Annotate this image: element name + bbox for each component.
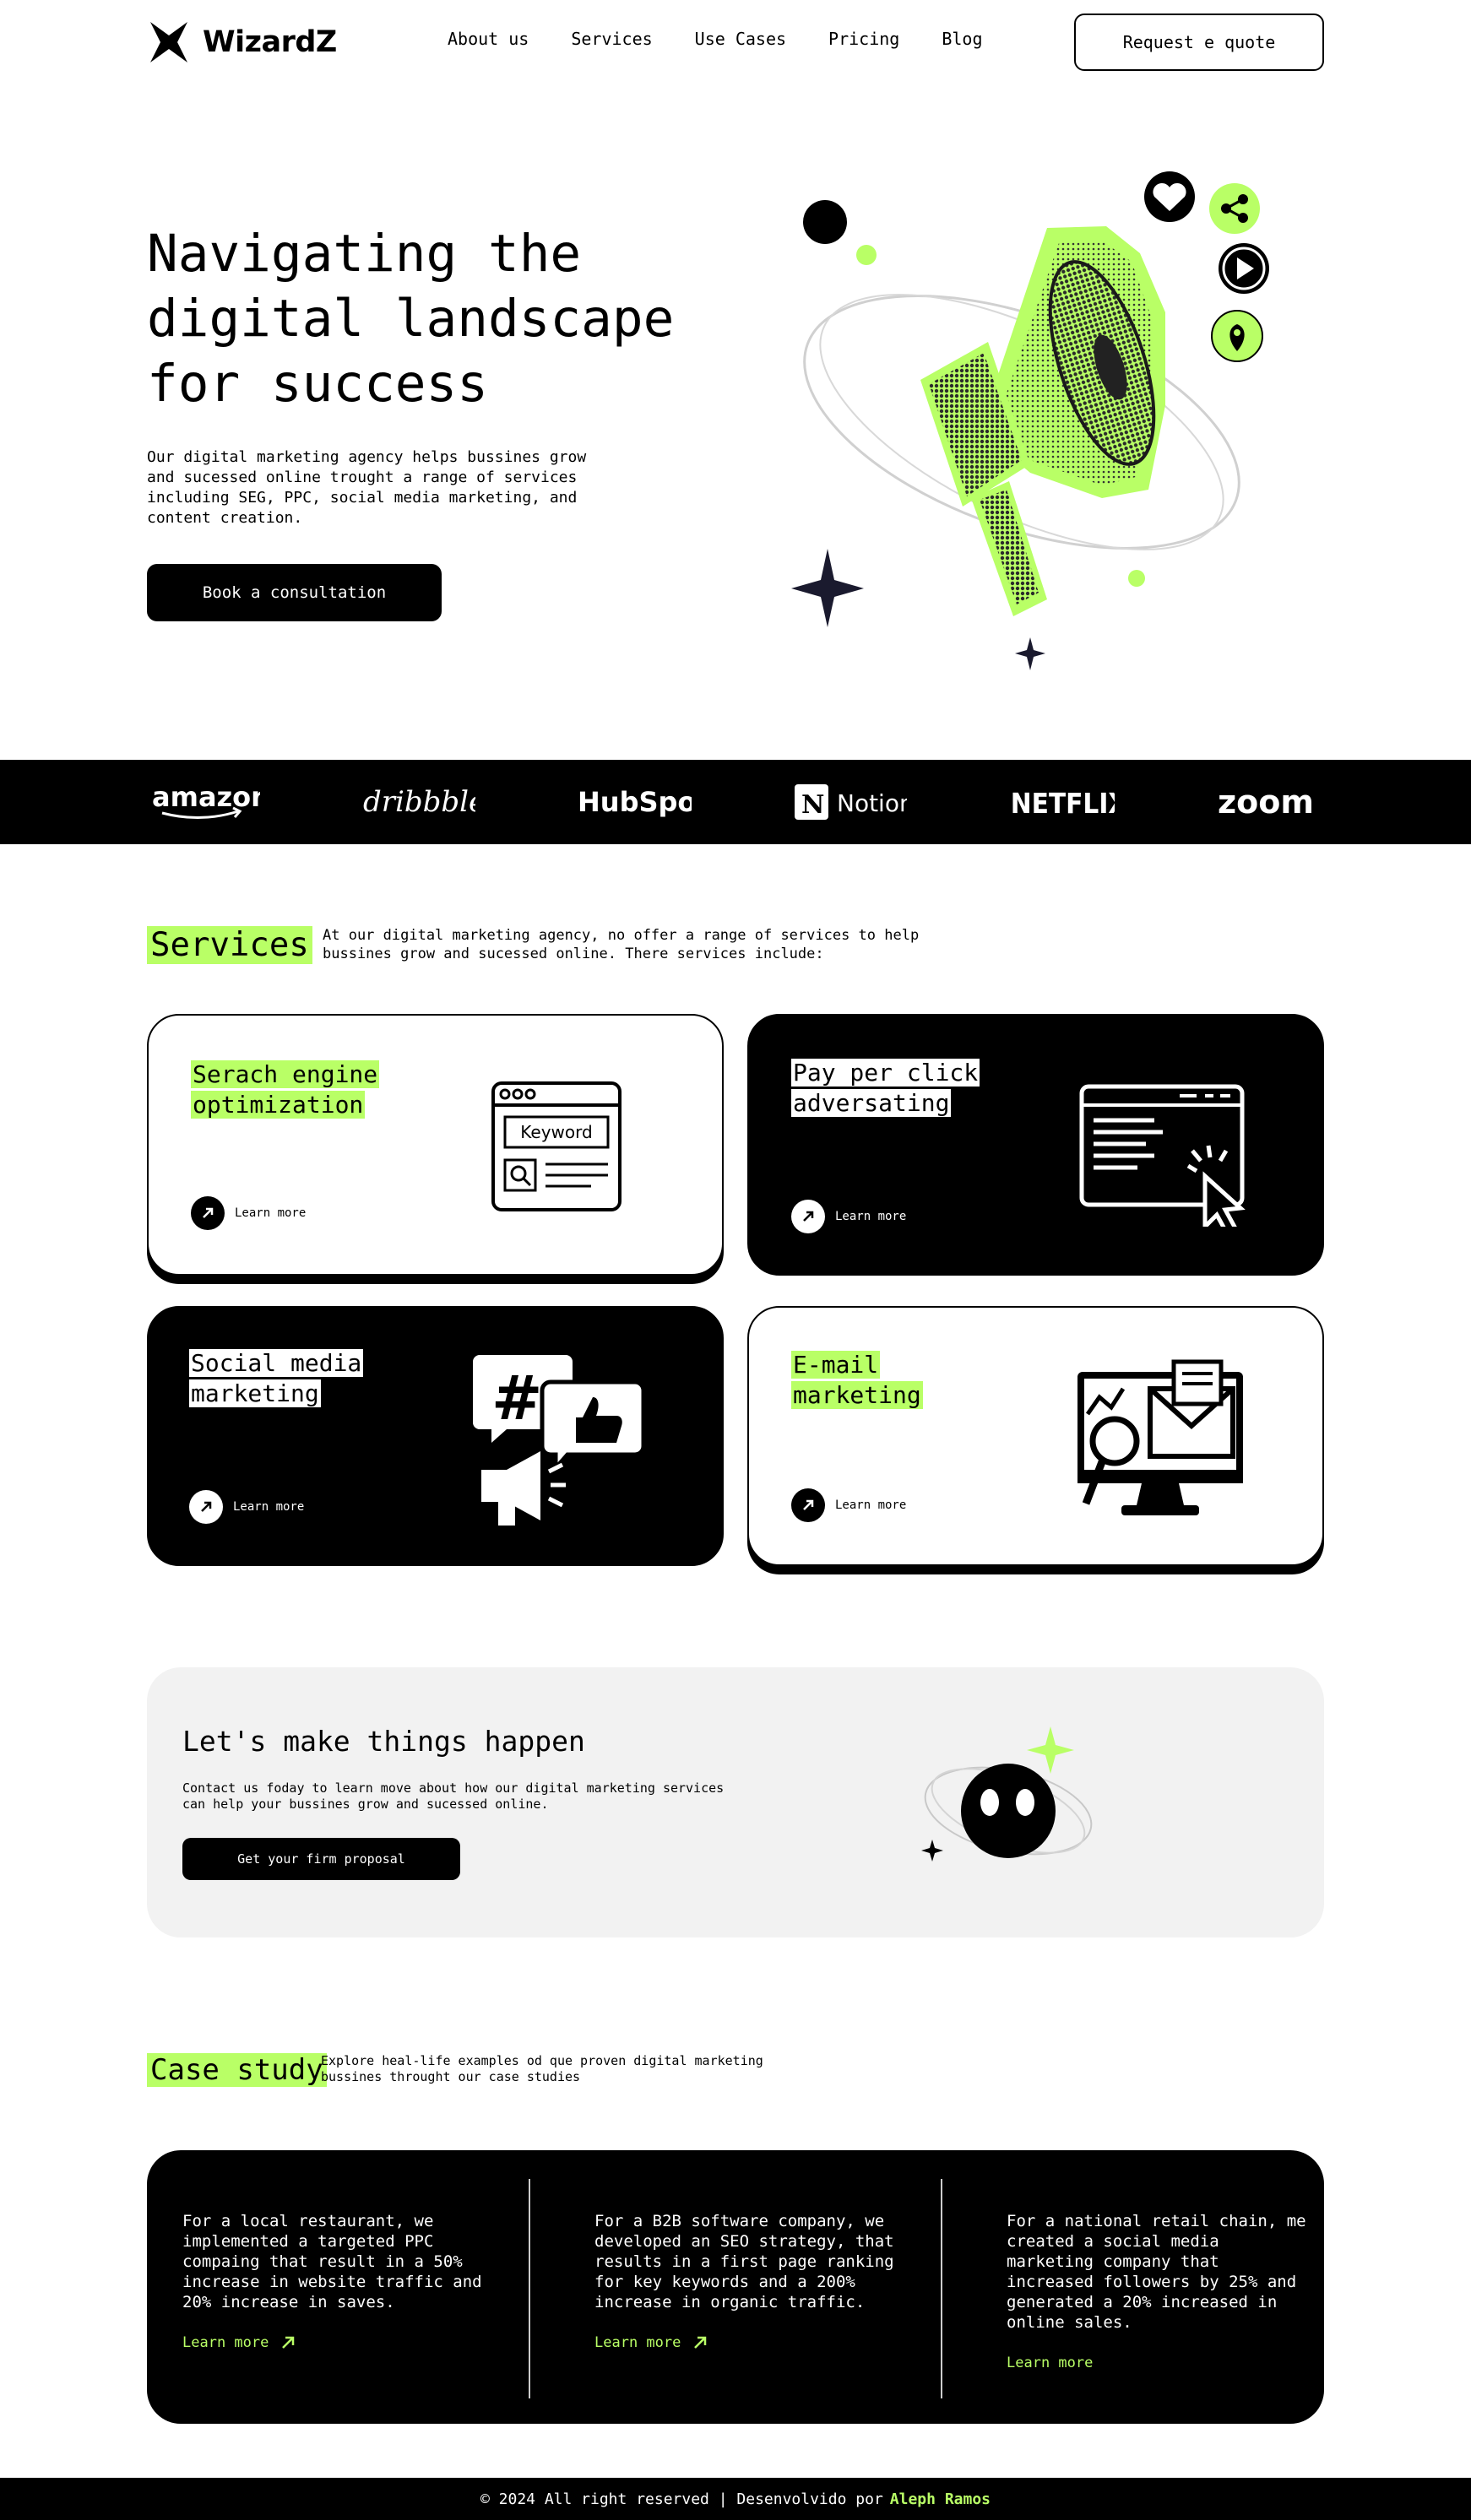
case-item: For a national retail chain, me created … [1007,2211,1311,2373]
nav-services[interactable]: Services [571,29,652,49]
card-title-line2: marketing [791,1381,923,1409]
service-card-social-media[interactable]: Social media marketing Learn more # [147,1306,724,1566]
brand-logo[interactable]: WizardZ [147,19,337,66]
svg-text:NETFLIX: NETFLIX [1010,789,1114,821]
click-screen-icon [1079,1084,1246,1227]
divider [529,2179,530,2398]
footer: © 2024 All right reserved | Desenvolvido… [0,2478,1471,2520]
footer-author-link[interactable]: Aleph Ramos [890,2490,991,2508]
megaphone-illustration [791,171,1269,670]
hero-description: Our digital marketing agency helps bussi… [147,448,587,527]
divider [941,2179,942,2398]
card-title-line2: adversating [791,1089,952,1117]
arrow-up-right-icon [282,2336,295,2349]
netflix-logo: NETFLIX [1009,777,1114,827]
smiley-mascot-icon [921,1726,1093,1862]
request-quote-button[interactable]: Request e quote [1074,14,1324,71]
case-learn-more-link[interactable]: Learn more [1007,2353,1311,2373]
get-proposal-button[interactable]: Get your firm proposal [182,1838,460,1880]
black-dot [803,200,847,244]
learn-more-link[interactable]: Learn more [189,1490,304,1524]
case-item: For a B2B software company, we developed… [594,2211,898,2353]
case-learn-more-link[interactable]: Learn more [182,2333,486,2353]
dribbble-logo: dribbble [361,777,475,827]
case-item: For a local restaurant, we implemented a… [182,2211,486,2353]
learn-more-link[interactable]: Learn more [791,1488,906,1522]
nav-blog[interactable]: Blog [942,29,982,49]
main-nav: About us Services Use Cases Pricing Blog [448,29,983,49]
contact-cta-block: Let's make things happen Contact us foda… [147,1667,1324,1937]
case-study-intro: Explore heal-life examples od que proven… [321,2053,763,2084]
keyword-browser-icon: Keyword [491,1081,622,1211]
learn-more-link[interactable]: Learn more [191,1196,306,1230]
footer-text: © 2024 All right reserved | Desenvolvido… [480,2490,883,2508]
heart-icon [1144,171,1195,222]
hubspot-logo: HubSpot [578,777,692,827]
svg-text:#: # [491,1363,542,1433]
arrow-icon [189,1490,223,1524]
case-learn-more-link[interactable]: Learn more [594,2333,898,2353]
nav-pricing[interactable]: Pricing [828,29,899,49]
arrow-icon [791,1200,825,1233]
hero-title: Navigating the digital landscape for suc… [147,224,675,414]
service-card-email[interactable]: E-mail marketing Learn more [747,1306,1324,1566]
cta-title: Let's make things happen [182,1725,585,1758]
amazon-logo: amazon [150,777,260,827]
arrow-icon [791,1488,825,1522]
services-intro: At our digital marketing agency, no offe… [323,927,920,962]
svg-text:N: N [801,790,824,820]
notion-logo: N Notion [793,777,907,827]
brand-name: WizardZ [203,25,337,59]
email-monitor-icon [1077,1359,1243,1515]
case-studies-panel: For a local restaurant, we implemented a… [147,2150,1324,2424]
partner-logos-strip: amazon dribbble HubSpot N Notion NETFLIX… [0,760,1471,844]
card-title-line1: E-mail [791,1351,881,1379]
social-media-icon: # [473,1355,646,1526]
card-title-line2: optimization [191,1091,366,1119]
location-pin-icon [1211,310,1263,362]
share-icon [1209,183,1260,234]
star-logo-icon [150,22,187,62]
services-heading: Services [147,925,312,966]
book-consultation-button[interactable]: Book a consultation [147,564,442,621]
svg-text:Notion: Notion [837,789,907,817]
card-title-line2: marketing [189,1379,321,1407]
arrow-icon [191,1196,225,1230]
nav-use-cases[interactable]: Use Cases [695,29,786,49]
card-title-line1: Serach engine [191,1060,380,1088]
svg-text:zoom: zoom [1218,783,1314,821]
zoom-logo: zoom [1216,777,1326,827]
card-title-line1: Social media [189,1349,364,1377]
service-card-seo[interactable]: Serach engine optimization Learn more Ke… [147,1014,724,1276]
learn-more-link[interactable]: Learn more [791,1200,906,1233]
svg-text:Keyword: Keyword [520,1122,592,1142]
svg-text:dribbble: dribbble [363,785,475,819]
sparkle-icon [791,549,864,627]
case-study-heading: Case study [147,2050,327,2090]
svg-text:amazon: amazon [152,781,260,813]
play-icon [1219,243,1269,294]
svg-text:HubSpot: HubSpot [578,786,692,818]
cta-text: Contact us foday to learn move about how… [182,1780,725,1812]
arrow-up-right-icon [694,2336,707,2349]
service-card-ppc[interactable]: Pay per click adversating Learn more [747,1014,1324,1276]
card-title-line1: Pay per click [791,1059,980,1087]
nav-about-us[interactable]: About us [448,29,529,49]
